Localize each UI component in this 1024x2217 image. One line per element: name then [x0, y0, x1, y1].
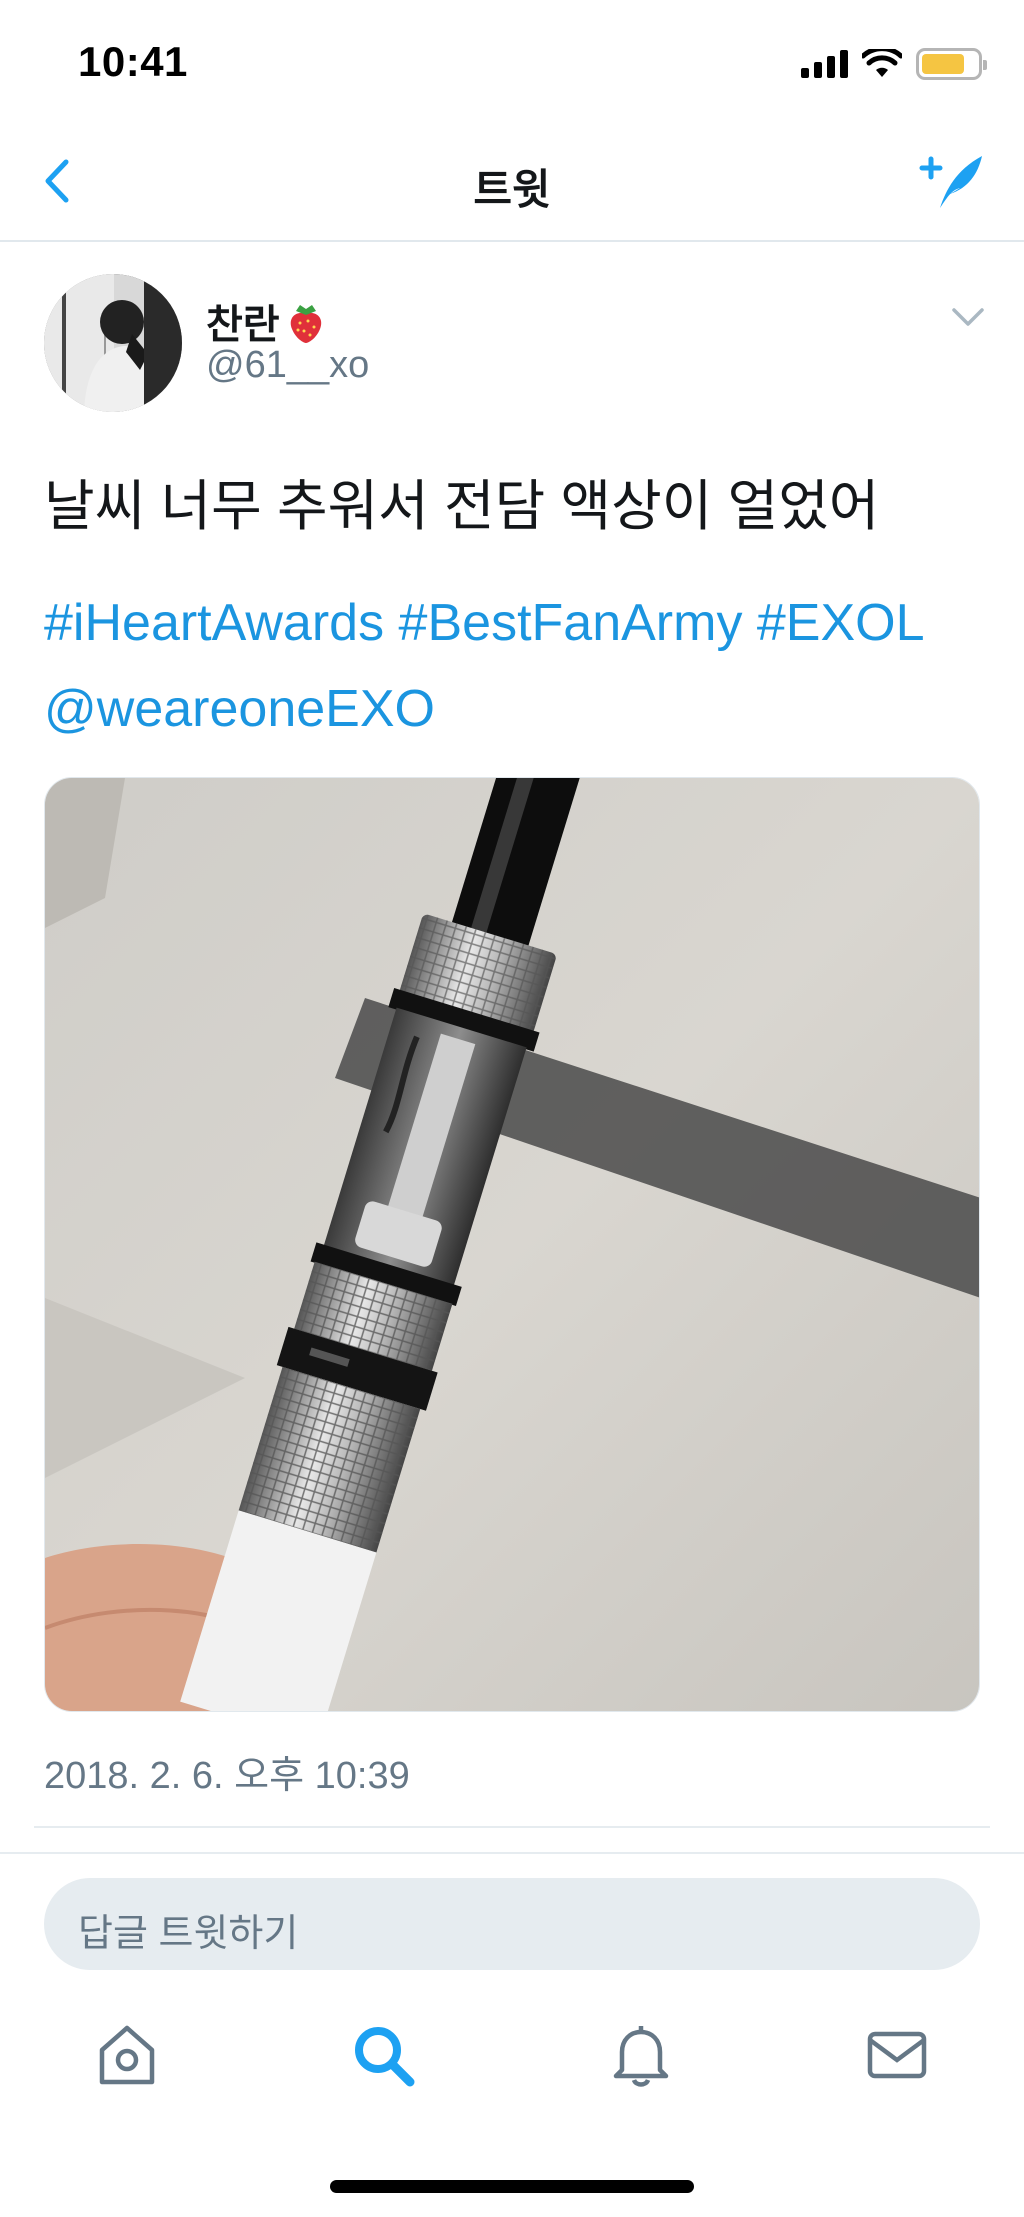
- home-indicator[interactable]: [330, 2180, 694, 2193]
- mention-link[interactable]: @weareoneEXO: [44, 680, 435, 738]
- tab-bar: [0, 2010, 1024, 2110]
- strawberry-icon: [290, 305, 321, 343]
- reply-input[interactable]: 답글 트윗하기: [44, 1878, 980, 1970]
- chevron-down-icon[interactable]: [950, 304, 986, 330]
- tweet-links: #iHeartAwards #BestFanArmy #EXOL @weareo…: [44, 580, 1004, 752]
- notifications-icon[interactable]: [606, 2020, 676, 2090]
- divider: [0, 1852, 1024, 1854]
- hashtag-link[interactable]: #BestFanArmy: [399, 594, 743, 652]
- display-name-text: 찬란: [206, 303, 280, 347]
- divider: [34, 1826, 990, 1828]
- signal-icon: [801, 50, 848, 78]
- battery-icon: [916, 48, 987, 80]
- status-time: 10:41: [78, 38, 188, 85]
- wifi-icon: [862, 49, 902, 77]
- tweet-text: 날씨 너무 추워서 전담 액상이 얼었어: [44, 475, 880, 537]
- search-icon[interactable]: [348, 2020, 418, 2090]
- tweet-timestamp: 2018. 2. 6. 오후 10:39: [44, 1755, 410, 1797]
- display-name[interactable]: 찬란: [206, 292, 328, 350]
- compose-tweet-icon[interactable]: [916, 150, 986, 214]
- home-icon[interactable]: [92, 2020, 162, 2090]
- avatar[interactable]: [44, 274, 182, 412]
- status-icons: [801, 44, 987, 84]
- reply-placeholder: 답글 트윗하기: [78, 1913, 299, 1955]
- status-bar: 10:41: [0, 0, 1024, 120]
- messages-icon[interactable]: [862, 2020, 932, 2090]
- page-title: 트윗: [473, 166, 551, 213]
- nav-bar: 트윗: [0, 120, 1024, 242]
- hashtag-link[interactable]: #iHeartAwards: [44, 594, 384, 652]
- hashtag-link[interactable]: #EXOL: [757, 594, 925, 652]
- tweet-photo[interactable]: [44, 777, 980, 1712]
- user-handle[interactable]: @61__xo: [206, 344, 369, 387]
